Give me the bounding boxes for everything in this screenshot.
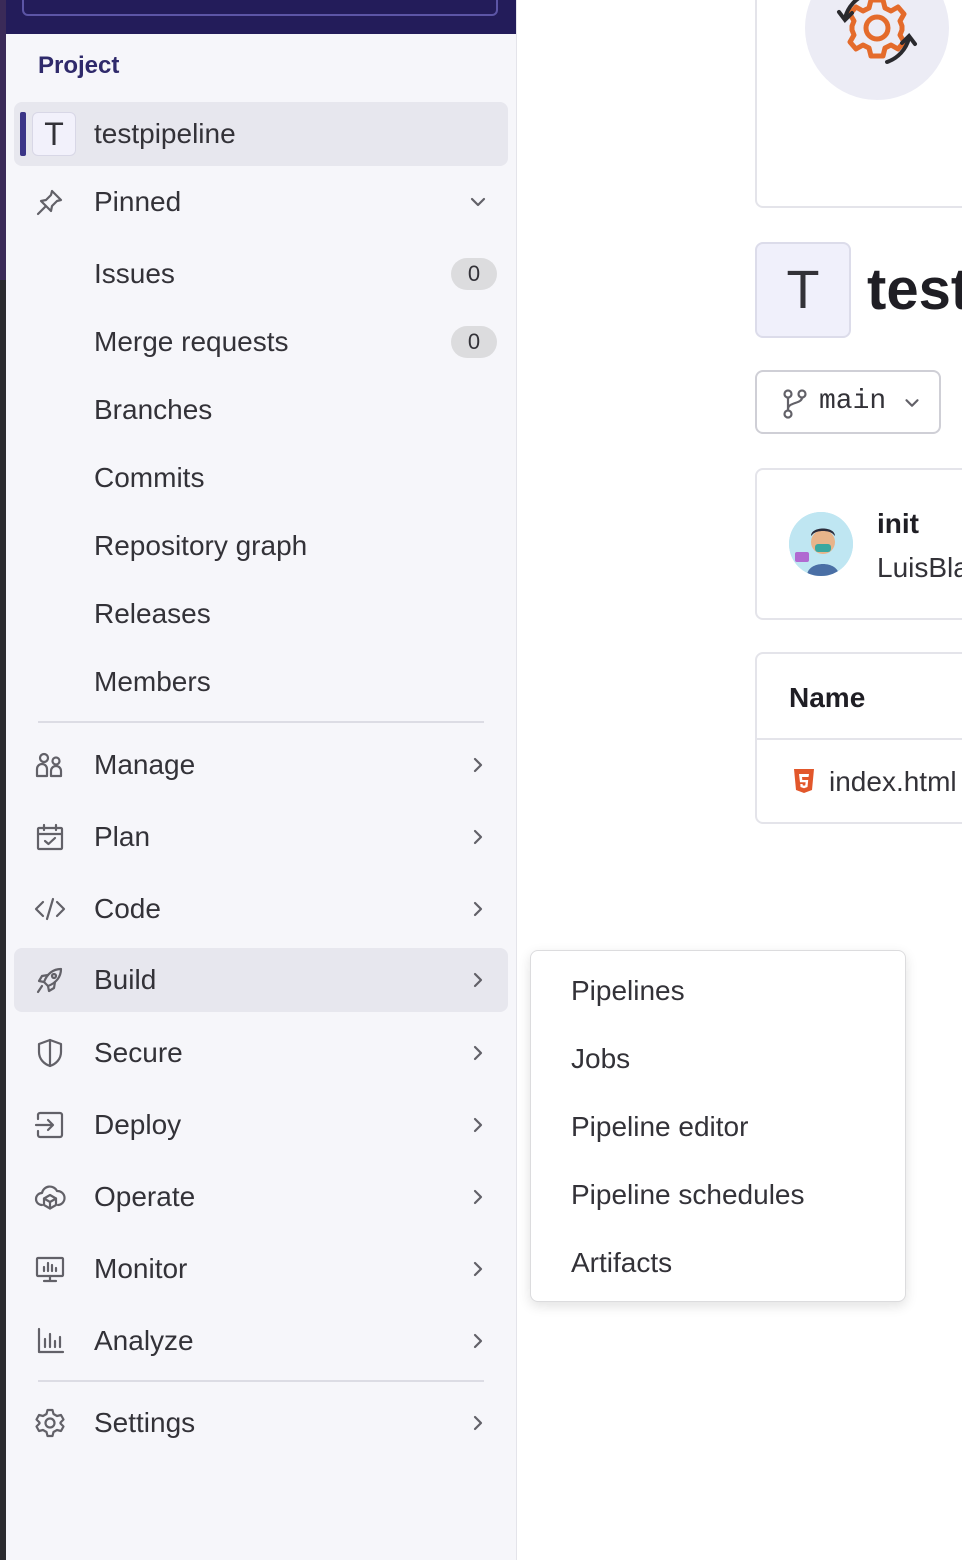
sidebar-item-code[interactable]: Code bbox=[14, 877, 508, 941]
issues-count-badge: 0 bbox=[451, 258, 497, 290]
table-header: Name bbox=[757, 654, 962, 740]
cloud-icon bbox=[34, 1185, 66, 1210]
shield-icon bbox=[37, 1038, 63, 1068]
last-commit-card: init LuisBla bbox=[755, 468, 962, 620]
chevron-right-icon bbox=[473, 1415, 483, 1431]
chevron-right-icon bbox=[473, 901, 483, 917]
monitor-icon bbox=[35, 1256, 65, 1283]
sidebar-item-monitor[interactable]: Monitor bbox=[14, 1237, 508, 1301]
file-table: Name index.html bbox=[755, 652, 962, 824]
sidebar-divider bbox=[38, 1380, 484, 1382]
user-avatar-image bbox=[789, 512, 853, 576]
chart-icon bbox=[37, 1327, 65, 1354]
chevron-right-icon bbox=[473, 1189, 483, 1205]
sidebar-item-plan[interactable]: Plan bbox=[14, 805, 508, 869]
project-name: testpipeline bbox=[94, 118, 236, 149]
sidebar: Project T testpipeline Pinned Issues 0 M… bbox=[6, 0, 517, 1560]
sidebar-item-label: Manage bbox=[94, 749, 196, 780]
pin-icon bbox=[36, 189, 63, 216]
table-row[interactable]: index.html bbox=[829, 766, 957, 798]
chevron-right-icon bbox=[473, 757, 483, 773]
sidebar-item-label: Code bbox=[94, 893, 161, 924]
sidebar-divider bbox=[38, 721, 484, 723]
pinned-item-commits[interactable]: Commits bbox=[94, 462, 204, 494]
menu-item-artifacts[interactable]: Artifacts bbox=[571, 1247, 672, 1279]
sidebar-item-label: Deploy bbox=[94, 1109, 182, 1140]
empty-state-card bbox=[755, 0, 962, 208]
menu-item-jobs[interactable]: Jobs bbox=[571, 1043, 630, 1075]
menu-item-pipeline-editor[interactable]: Pipeline editor bbox=[571, 1111, 748, 1143]
sidebar-item-label: Operate bbox=[94, 1181, 196, 1212]
gear-icon bbox=[35, 1408, 65, 1438]
code-icon bbox=[34, 897, 66, 921]
project-title-avatar: T bbox=[755, 242, 851, 338]
sidebar-item-label: Plan bbox=[94, 821, 151, 852]
sidebar-header bbox=[6, 0, 516, 34]
pinned-item-members[interactable]: Members bbox=[94, 666, 211, 698]
sidebar-item-build[interactable]: Build bbox=[14, 948, 508, 1012]
page-title: test bbox=[867, 257, 962, 322]
commit-author[interactable]: LuisBla bbox=[877, 552, 962, 584]
merge-requests-count-badge: 0 bbox=[451, 326, 497, 358]
chevron-right-icon bbox=[473, 972, 483, 988]
branch-icon bbox=[783, 389, 807, 419]
pinned-item-merge-requests[interactable]: Merge requests bbox=[94, 326, 289, 358]
chevron-right-icon bbox=[473, 1333, 483, 1349]
branch-label: main bbox=[819, 386, 887, 417]
pinned-item-branches[interactable]: Branches bbox=[94, 394, 212, 426]
sidebar-item-deploy[interactable]: Deploy bbox=[14, 1093, 508, 1157]
deploy-icon bbox=[34, 1111, 64, 1139]
sidebar-item-analyze[interactable]: Analyze bbox=[14, 1309, 508, 1373]
sidebar-item-settings[interactable]: Settings bbox=[14, 1391, 508, 1455]
chevron-right-icon bbox=[473, 1261, 483, 1277]
chevron-right-icon bbox=[473, 1045, 483, 1061]
sidebar-section-title: Project bbox=[38, 52, 120, 79]
sidebar-item-label: Pinned bbox=[94, 186, 182, 217]
sidebar-item-label: Monitor bbox=[94, 1253, 188, 1284]
sidebar-item-manage[interactable]: Manage bbox=[14, 733, 508, 797]
pinned-item-repository-graph[interactable]: Repository graph bbox=[94, 530, 307, 562]
sidebar-item-label: Settings bbox=[94, 1407, 196, 1438]
chevron-down-icon bbox=[470, 197, 486, 207]
active-indicator bbox=[20, 112, 26, 156]
calendar-icon bbox=[36, 823, 64, 851]
project-avatar: T bbox=[32, 112, 76, 156]
sidebar-project-link[interactable]: T testpipeline bbox=[14, 102, 508, 166]
users-icon bbox=[35, 752, 63, 778]
chevron-down-icon bbox=[905, 399, 919, 407]
chevron-right-icon bbox=[473, 1117, 483, 1133]
sidebar-item-operate[interactable]: Operate bbox=[14, 1165, 508, 1229]
chevron-right-icon bbox=[473, 829, 483, 845]
search-button[interactable] bbox=[22, 0, 498, 16]
sidebar-item-secure[interactable]: Secure bbox=[14, 1021, 508, 1085]
sidebar-item-label: Secure bbox=[94, 1037, 183, 1068]
avatar[interactable] bbox=[789, 512, 853, 576]
rocket-icon bbox=[36, 967, 63, 994]
menu-item-pipelines[interactable]: Pipelines bbox=[571, 975, 685, 1007]
gear-sync-icon bbox=[837, 0, 917, 64]
sidebar-item-pinned[interactable]: Pinned bbox=[14, 170, 508, 234]
column-header-name: Name bbox=[789, 682, 866, 713]
sidebar-item-label: Analyze bbox=[94, 1325, 194, 1356]
main-content: T test main init LuisBla Name index.html bbox=[517, 0, 962, 1560]
cicd-illustration bbox=[805, 0, 949, 100]
html-file-icon bbox=[794, 769, 814, 793]
sidebar-item-label: Build bbox=[94, 964, 157, 995]
build-flyout-menu: Pipelines Jobs Pipeline editor Pipeline … bbox=[530, 950, 906, 1302]
commit-title[interactable]: init bbox=[877, 508, 919, 540]
branch-selector[interactable]: main bbox=[755, 370, 941, 434]
pinned-item-releases[interactable]: Releases bbox=[94, 598, 211, 630]
pinned-item-issues[interactable]: Issues bbox=[94, 258, 175, 290]
menu-item-pipeline-schedules[interactable]: Pipeline schedules bbox=[571, 1179, 805, 1211]
